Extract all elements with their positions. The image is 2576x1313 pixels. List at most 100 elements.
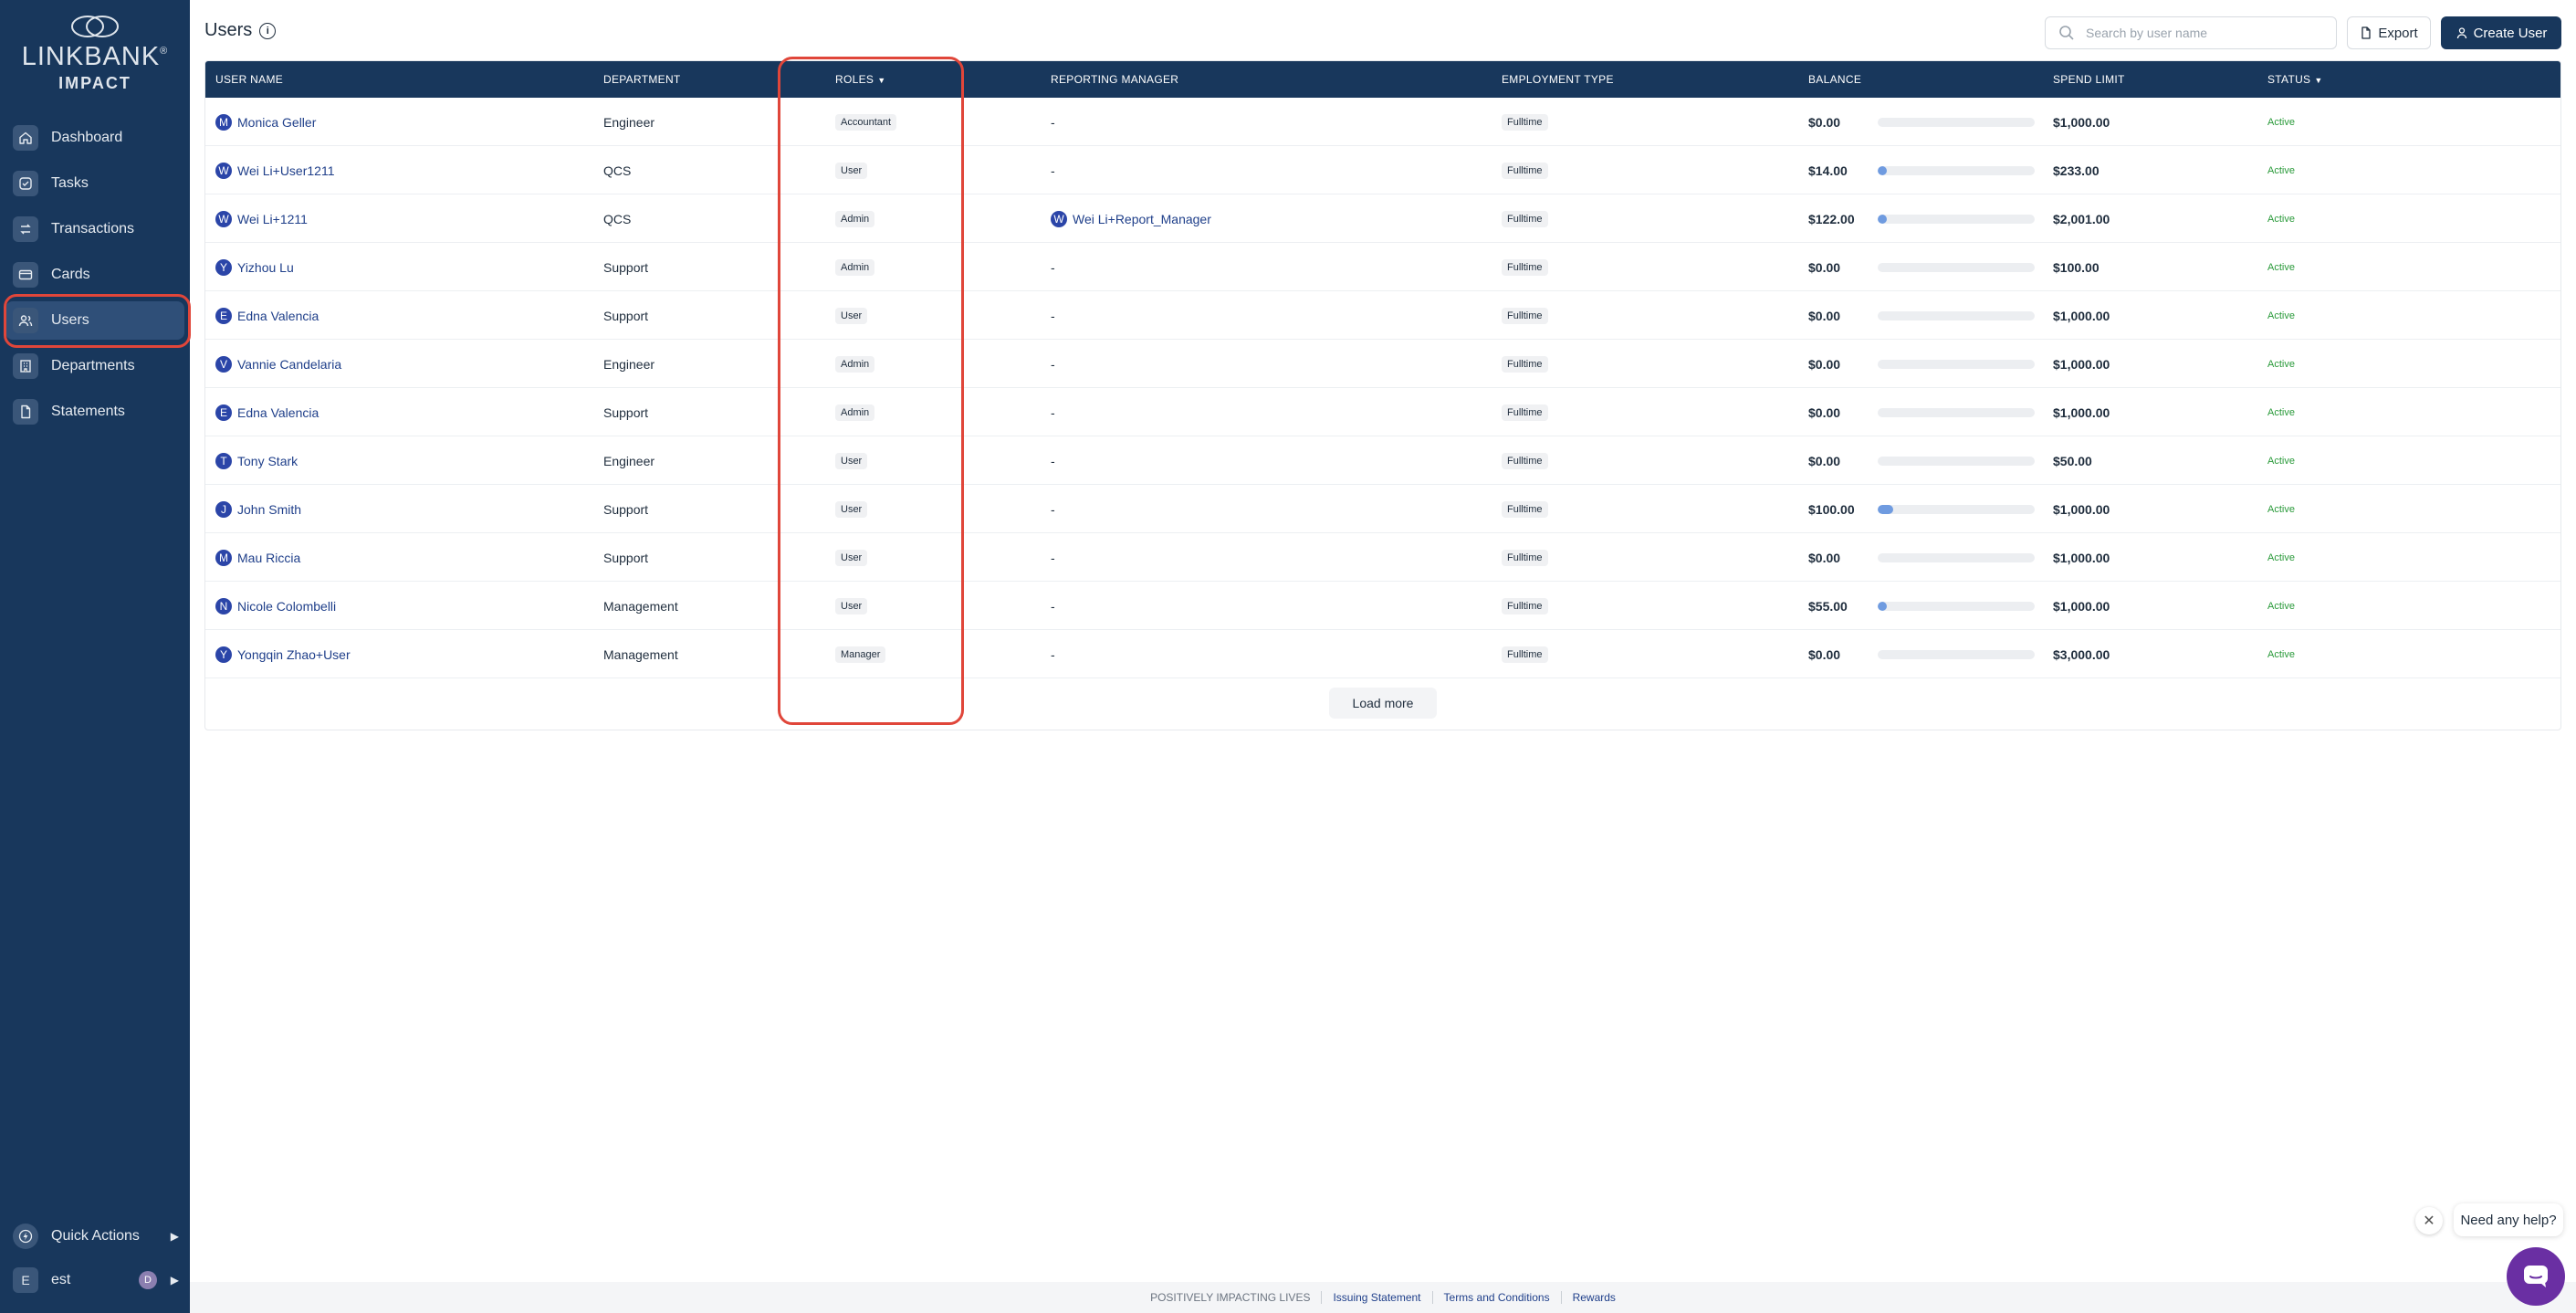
table-row[interactable]: J John Smith Support User - Fulltime $100.00 $1… <box>205 485 2560 533</box>
table-header: USER NAME DEPARTMENT ROLES ▼ REPORTING MA… <box>205 61 2560 98</box>
balance-cell: $122.00 <box>1808 211 1855 226</box>
user-name-cell[interactable]: V Vannie Candelaria <box>215 340 341 388</box>
table-row[interactable]: W Wei Li+User1211 QCS User - Fulltime $14.00 $2… <box>205 146 2560 194</box>
balance-usage-bar <box>1878 505 2035 514</box>
table-row[interactable]: E Edna Valencia Support Admin - Fulltime $0.00… <box>205 388 2560 436</box>
user-name-cell[interactable]: N Nicole Colombelli <box>215 582 336 630</box>
manager-name-link[interactable]: Wei Li+Report_Manager <box>1073 212 1211 226</box>
user-name-link[interactable]: Yizhou Lu <box>237 260 294 275</box>
balance-usage-fill <box>1878 215 1888 224</box>
column-spend-limit[interactable]: SPEND LIMIT <box>2053 61 2125 98</box>
search-box[interactable] <box>2045 16 2337 49</box>
logo[interactable]: LINKBANK® IMPACT <box>0 15 190 93</box>
balance-usage-bar <box>1878 457 2035 466</box>
user-name-cell[interactable]: Y Yizhou Lu <box>215 243 294 291</box>
footer-link-issuing-statement[interactable]: Issuing Statement <box>1333 1291 1420 1304</box>
table-row[interactable]: Y Yizhou Lu Support Admin - Fulltime $0.00 $100… <box>205 243 2560 291</box>
balance-cell: $0.00 <box>1808 259 1841 275</box>
page-title-text: Users <box>204 20 253 40</box>
user-name-link[interactable]: Edna Valencia <box>237 309 319 323</box>
search-input[interactable] <box>2086 26 2323 40</box>
sidebar-item-transactions[interactable]: Transactions <box>5 210 184 248</box>
reporting-manager-cell: - <box>1051 598 1055 614</box>
user-avatar: J <box>215 500 232 518</box>
table-row[interactable]: T Tony Stark Engineer User - Fulltime $0.00 $50… <box>205 436 2560 485</box>
column-reporting-manager[interactable]: REPORTING MANAGER <box>1051 61 1178 98</box>
user-name-cell[interactable]: E Edna Valencia <box>215 388 319 436</box>
table-row[interactable]: M Monica Geller Engineer Accountant - Fulltim… <box>205 98 2560 146</box>
user-avatar: M <box>215 549 232 566</box>
info-icon[interactable]: i <box>259 22 277 39</box>
load-more-button[interactable]: Load more <box>1329 688 1437 719</box>
employment-type-cell: Fulltime <box>1502 243 1548 291</box>
employment-badge: Fulltime <box>1502 597 1548 614</box>
create-user-label: Create User <box>2473 25 2548 41</box>
user-name-link[interactable]: Nicole Colombelli <box>237 599 336 614</box>
create-user-button[interactable]: Create User <box>2441 16 2561 49</box>
reporting-manager-cell: - <box>1051 356 1055 372</box>
status-badge: Active <box>2267 213 2295 225</box>
user-menu[interactable]: E est D ▶ <box>5 1264 184 1297</box>
user-name-link[interactable]: Vannie Candelaria <box>237 357 341 372</box>
spend-limit-cell: $2,001.00 <box>2053 211 2110 226</box>
user-name-link[interactable]: Tony Stark <box>237 454 298 468</box>
reporting-manager-cell: - <box>1051 453 1055 468</box>
user-name-cell[interactable]: M Mau Riccia <box>215 533 300 582</box>
user-name-link[interactable]: Mau Riccia <box>237 551 300 565</box>
column-balance[interactable]: BALANCE <box>1808 61 1861 98</box>
spend-limit-cell: $1,000.00 <box>2053 114 2110 130</box>
user-name-cell[interactable]: E Edna Valencia <box>215 291 319 340</box>
table-row[interactable]: E Edna Valencia Support User - Fulltime $0.00 $… <box>205 291 2560 340</box>
table-row[interactable]: W Wei Li+1211 QCS Admin W Wei Li+Report_Manag… <box>205 194 2560 243</box>
balance-cell: $55.00 <box>1808 598 1848 614</box>
help-prompt[interactable]: Need any help? <box>2454 1203 2563 1236</box>
check-square-icon <box>13 171 38 196</box>
status-cell: Active <box>2267 243 2295 291</box>
department-cell: Support <box>603 501 649 517</box>
user-name-link[interactable]: John Smith <box>237 502 301 517</box>
reporting-manager-cell: - <box>1051 114 1055 130</box>
table-row[interactable]: N Nicole Colombelli Management User - Fulltim… <box>205 582 2560 630</box>
sidebar-item-statements[interactable]: Statements <box>5 393 184 431</box>
column-status[interactable]: STATUS ▼ <box>2267 61 2323 98</box>
sidebar-item-tasks[interactable]: Tasks <box>5 164 184 203</box>
spend-limit-cell: $1,000.00 <box>2053 598 2110 614</box>
user-name-link[interactable]: Wei Li+1211 <box>237 212 308 226</box>
sidebar-item-label: Departments <box>51 358 135 373</box>
sidebar-item-departments[interactable]: Departments <box>5 347 184 385</box>
sidebar-item-label: Statements <box>51 404 125 419</box>
user-name-cell[interactable]: M Monica Geller <box>215 98 316 146</box>
reporting-manager-cell[interactable]: W Wei Li+Report_Manager <box>1051 194 1211 243</box>
logo-subtitle: IMPACT <box>58 74 131 92</box>
employment-type-cell: Fulltime <box>1502 146 1548 194</box>
user-name-cell[interactable]: W Wei Li+User1211 <box>215 146 334 194</box>
table-row[interactable]: Y Yongqin Zhao+User Management Manager - Full… <box>205 630 2560 678</box>
sidebar-item-dashboard[interactable]: Dashboard <box>5 119 184 157</box>
sort-down-icon: ▼ <box>2314 76 2323 85</box>
column-department[interactable]: DEPARTMENT <box>603 61 681 98</box>
user-name-cell[interactable]: W Wei Li+1211 <box>215 194 308 243</box>
employment-type-cell: Fulltime <box>1502 291 1548 340</box>
sidebar-item-cards[interactable]: Cards <box>5 256 184 294</box>
export-button[interactable]: Export <box>2347 16 2431 49</box>
footer-link-terms[interactable]: Terms and Conditions <box>1444 1291 1550 1304</box>
column-user-name[interactable]: USER NAME <box>215 61 283 98</box>
table-row[interactable]: M Mau Riccia Support User - Fulltime $0.00 $1,0… <box>205 533 2560 582</box>
column-employment-type[interactable]: EMPLOYMENT TYPE <box>1502 61 1614 98</box>
user-name-link[interactable]: Monica Geller <box>237 115 316 130</box>
user-name-link[interactable]: Yongqin Zhao+User <box>237 647 351 662</box>
footer-link-rewards[interactable]: Rewards <box>1573 1291 1616 1304</box>
help-close-button[interactable]: ✕ <box>2415 1207 2443 1234</box>
user-name-link[interactable]: Wei Li+User1211 <box>237 163 334 178</box>
help-chat-button[interactable] <box>2507 1247 2565 1306</box>
user-name-cell[interactable]: J John Smith <box>215 485 301 533</box>
logo-rings-icon <box>71 16 119 37</box>
status-badge: Active <box>2267 358 2295 370</box>
user-name-cell[interactable]: Y Yongqin Zhao+User <box>215 630 351 678</box>
department-cell: Engineer <box>603 453 655 468</box>
table-row[interactable]: V Vannie Candelaria Engineer Admin - Fulltime… <box>205 340 2560 388</box>
quick-actions-button[interactable]: Quick Actions ▶ <box>5 1220 184 1253</box>
sidebar-nav: Dashboard Tasks Transactions Cards Users <box>0 119 190 438</box>
user-name-cell[interactable]: T Tony Stark <box>215 436 298 485</box>
user-name-link[interactable]: Edna Valencia <box>237 405 319 420</box>
